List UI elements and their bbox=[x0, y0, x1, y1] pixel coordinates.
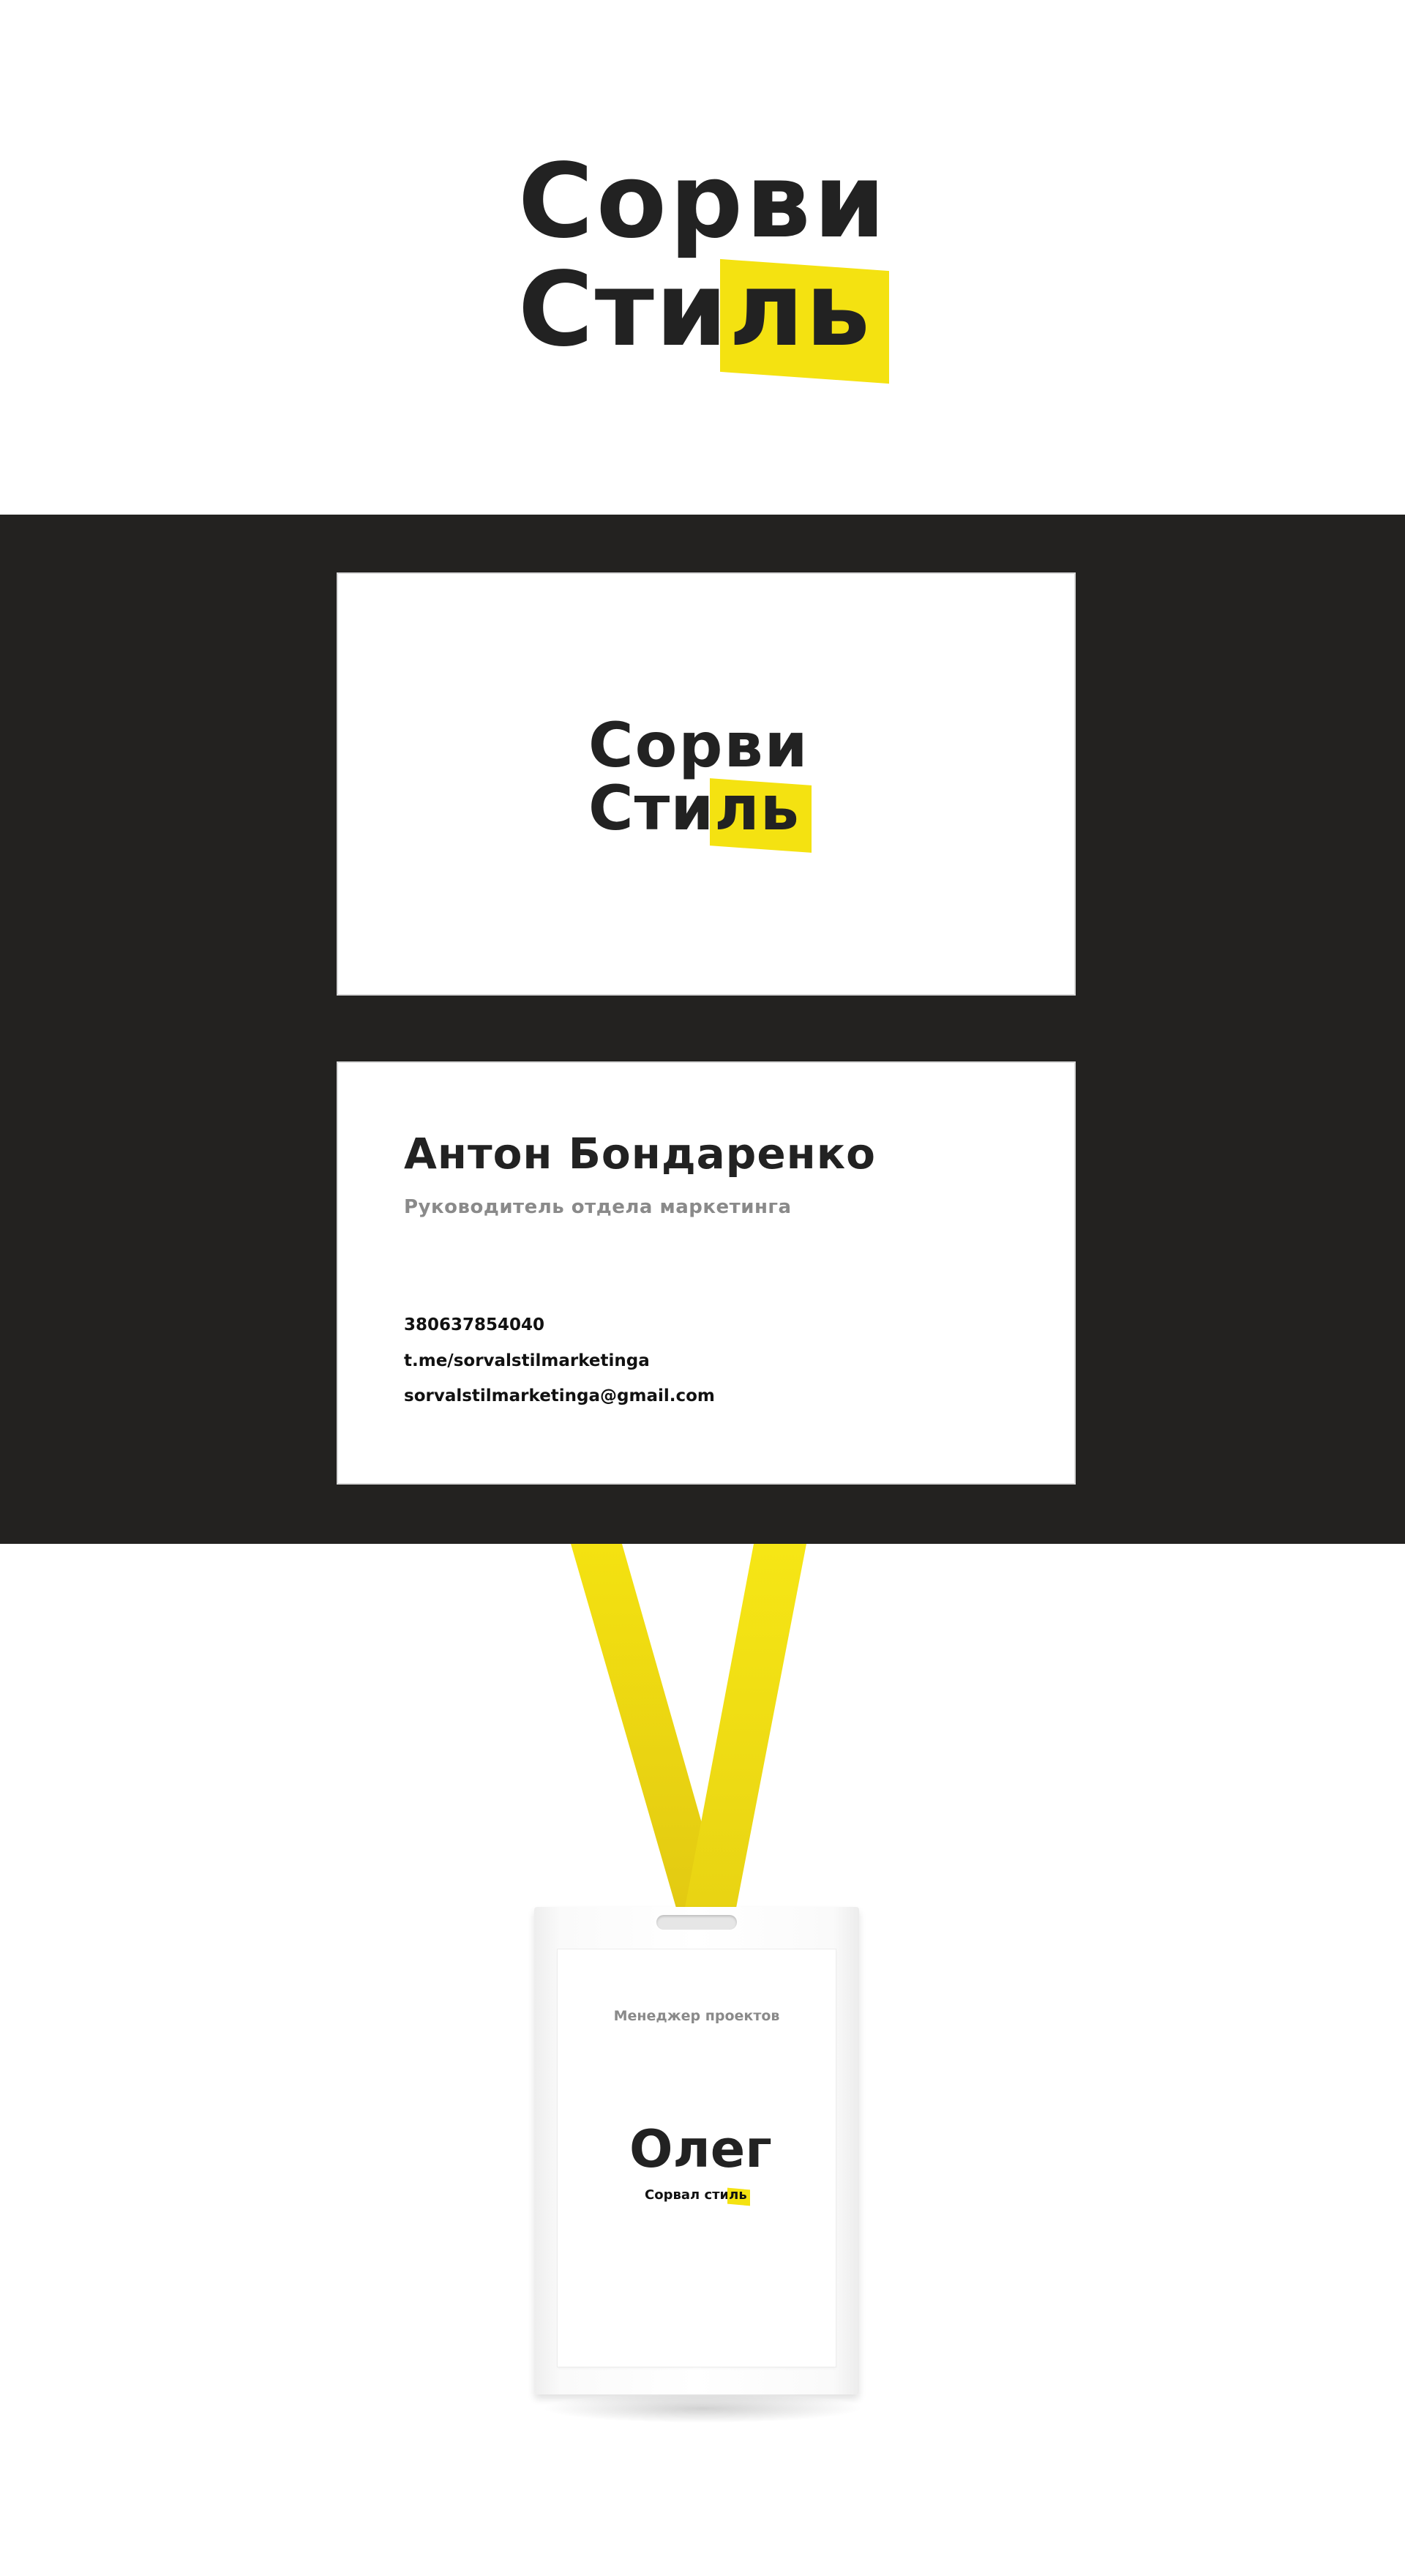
card-logo-highlight: ль bbox=[710, 777, 812, 853]
badge-brand-plain: Сорвал сти bbox=[645, 2187, 730, 2203]
logo-line-2-plain: Сти bbox=[518, 250, 729, 370]
badge-name: Олег bbox=[629, 2119, 772, 2179]
card-logo-highlight-text: ль bbox=[714, 772, 800, 844]
badge-brand-highlight-text: ль bbox=[729, 2187, 747, 2203]
logo-highlight-text: ль bbox=[728, 250, 872, 370]
card-logo-line-2-plain: Сти bbox=[588, 772, 715, 844]
card-logo-line-2: Сти ль bbox=[588, 777, 812, 853]
lanyard-strap-right bbox=[682, 1544, 806, 1923]
badge-shadow bbox=[542, 2394, 863, 2423]
lanyard-strap-icon bbox=[571, 1544, 806, 1923]
logo-line-1: Сорви bbox=[518, 142, 888, 261]
badge-slot bbox=[656, 1915, 737, 1930]
contact-phone: 380637854040 bbox=[404, 1315, 545, 1334]
contact-name: Антон Бондаренко bbox=[404, 1129, 876, 1179]
logo-line-2: Сти ль bbox=[518, 259, 890, 384]
contact-email: sorvalstilmarketinga@gmail.com bbox=[404, 1386, 715, 1405]
card-logo-line-1: Сорви bbox=[588, 709, 809, 781]
contact-telegram: t.me/sorvalstilmarketinga bbox=[404, 1351, 650, 1370]
badge-brand: Сорвал сти ль bbox=[645, 2187, 750, 2206]
business-card-front: Сорви Сти ль bbox=[338, 574, 1074, 994]
badge-brand-highlight: ль bbox=[727, 2187, 750, 2206]
badge-card: Менеджер проектов Олег Сорвал сти ль bbox=[558, 1949, 836, 2367]
badge-role: Менеджер проектов bbox=[613, 2008, 780, 2024]
business-card-back: Антон Бондаренко Руководитель отдела мар… bbox=[338, 1063, 1074, 1483]
logo-highlight: ль bbox=[719, 259, 890, 384]
contact-title: Руководитель отдела маркетинга bbox=[404, 1196, 792, 1218]
